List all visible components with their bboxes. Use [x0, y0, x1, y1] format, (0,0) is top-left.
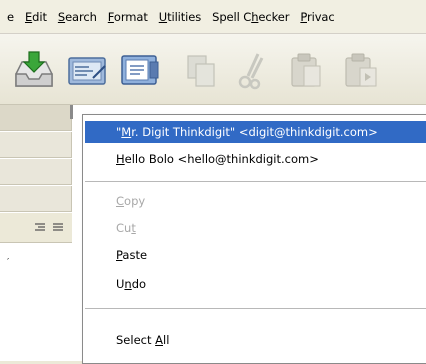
cut-toolbar-button[interactable]: [228, 48, 276, 92]
menu-item-copy[interactable]: Copy: [85, 190, 426, 212]
address-row[interactable]: [0, 159, 72, 185]
address-row[interactable]: [0, 132, 72, 158]
menu-separator: [85, 308, 426, 309]
format-bar: [0, 213, 72, 243]
compose-button[interactable]: [63, 48, 111, 92]
message-body[interactable]: [0, 243, 72, 361]
paste-special-toolbar-button[interactable]: [336, 48, 384, 92]
menu-item-contact-digit[interactable]: "Mr. Digit Thinkdigit" <digit@thinkdigit…: [85, 121, 426, 143]
menu-item-select-all[interactable]: Select All: [85, 329, 426, 351]
menu-utilities[interactable]: Utilities: [154, 10, 207, 24]
align-justify-icon[interactable]: [52, 223, 64, 233]
menu-search[interactable]: Search: [53, 10, 103, 24]
align-right-icon[interactable]: [34, 223, 46, 233]
menu-bar: e Edit Search Format Utilities Spell Che…: [0, 0, 426, 34]
send-receive-button[interactable]: [10, 48, 58, 92]
menu-item-cut[interactable]: Cut: [85, 217, 426, 239]
menu-spell-checker[interactable]: Spell Checker: [207, 10, 295, 24]
menu-item-undo[interactable]: Undo: [85, 273, 426, 295]
scissors-icon: [238, 53, 264, 90]
menu-item-paste[interactable]: Paste: [85, 244, 426, 266]
paste-toolbar-button[interactable]: [282, 48, 330, 92]
menu-file[interactable]: e: [2, 10, 20, 24]
menu-separator: [85, 181, 426, 182]
menu-item-contact-hello[interactable]: Hello Bolo <hello@thinkdigit.com>: [85, 148, 426, 170]
text-cursor-icon: ′: [7, 257, 10, 268]
context-menu: "Mr. Digit Thinkdigit" <digit@thinkdigit…: [82, 114, 426, 364]
copy-icon: [187, 55, 215, 87]
address-row[interactable]: [0, 186, 72, 212]
menu-edit[interactable]: Edit: [20, 10, 53, 24]
envelope-icon: [68, 57, 106, 85]
paste-special-icon: [345, 53, 377, 87]
menu-format[interactable]: Format: [103, 10, 154, 24]
clipboard-icon: [291, 53, 321, 87]
menu-privacy[interactable]: Privac: [295, 10, 340, 24]
address-row[interactable]: [0, 105, 72, 131]
address-book-icon: [121, 55, 159, 85]
address-book-button[interactable]: [116, 48, 164, 92]
toolbar: [0, 34, 426, 105]
copy-toolbar-button[interactable]: [178, 48, 226, 92]
splitter-handle[interactable]: [70, 105, 73, 119]
inbox-download-icon: [15, 51, 53, 87]
